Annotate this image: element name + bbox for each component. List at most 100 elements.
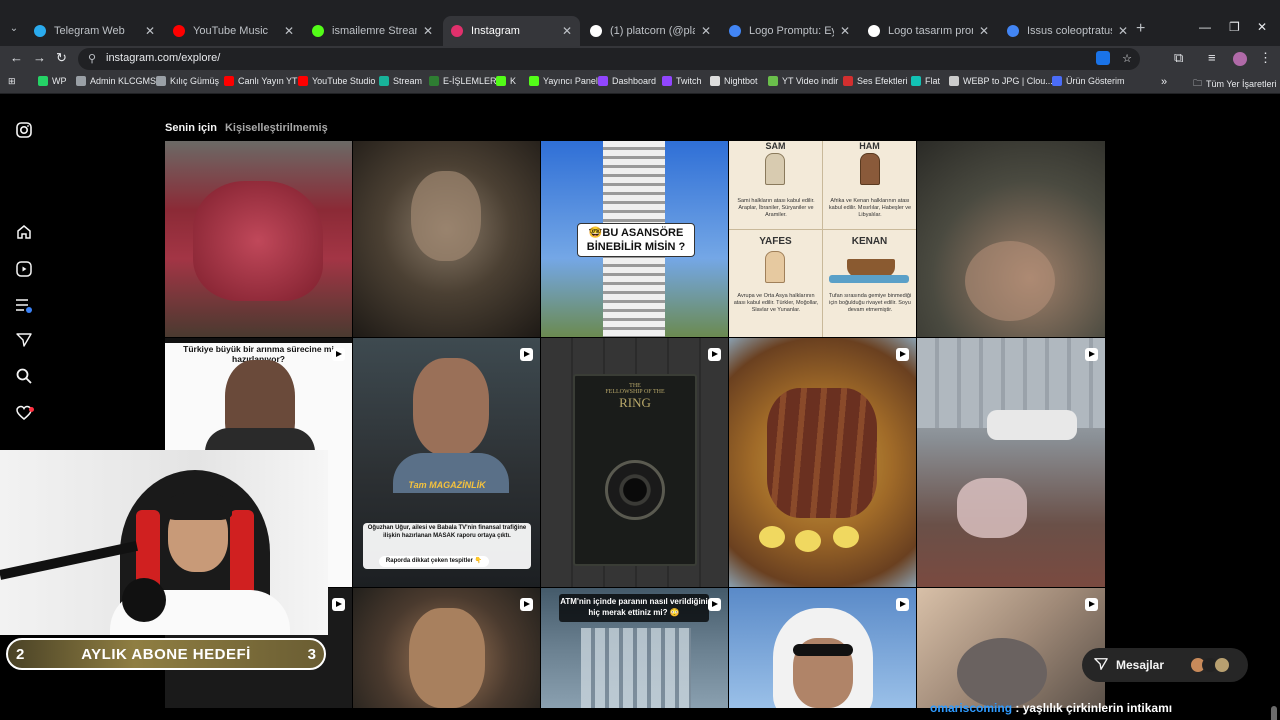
tab-close-icon[interactable]: ✕ bbox=[840, 24, 850, 38]
restore-button[interactable]: ❐ bbox=[1229, 20, 1240, 34]
tab-close-icon[interactable]: ✕ bbox=[1118, 24, 1128, 38]
bookmark-item[interactable]: YouTube Studio bbox=[298, 76, 375, 86]
close-window-button[interactable]: ✕ bbox=[1257, 20, 1267, 34]
bookmark-item[interactable]: Twitch bbox=[662, 76, 702, 86]
site-info-icon[interactable]: ⚲ bbox=[88, 52, 96, 65]
browser-tab[interactable]: Telegram Web ✕ bbox=[26, 16, 163, 46]
reels-icon[interactable] bbox=[15, 261, 33, 279]
menu-icon[interactable]: ⋮ bbox=[1259, 50, 1272, 66]
bookmark-item[interactable]: YT Video indir bbox=[768, 76, 838, 86]
bookmark-item[interactable]: Ses Efektleri bbox=[843, 76, 908, 86]
apps-icon[interactable]: ⊞ bbox=[8, 76, 16, 87]
new-tab-button[interactable]: + bbox=[1136, 20, 1145, 38]
forward-icon[interactable]: → bbox=[33, 50, 46, 65]
bookmark-item[interactable]: Yayıncı Paneli bbox=[529, 76, 600, 86]
bookmark-label: K bbox=[510, 76, 517, 86]
portrait-face bbox=[411, 171, 481, 261]
sam-title: SAM bbox=[765, 141, 786, 151]
browser-tab[interactable]: Logo tasarım promptu ✕ bbox=[860, 16, 997, 46]
post-lotr-book[interactable]: THE FELLOWSHIP OF THE RING bbox=[541, 338, 728, 587]
post-food-tray[interactable] bbox=[729, 338, 916, 587]
page-scrollbar[interactable] bbox=[1271, 706, 1277, 720]
tab-search-icon[interactable]: ⌄ bbox=[6, 21, 22, 37]
bookmarks-more-icon[interactable]: » bbox=[1161, 76, 1167, 88]
post-actor-portrait[interactable] bbox=[353, 141, 540, 337]
media-icon[interactable]: ≡ bbox=[1208, 50, 1216, 65]
tab-close-icon[interactable]: ✕ bbox=[979, 24, 989, 38]
ham-desc: Afrika ve Kenan halklarının atası kabul … bbox=[828, 198, 912, 218]
reload-icon[interactable]: ↻ bbox=[56, 50, 67, 66]
bookmark-label: Ürün Gösterim bbox=[1066, 76, 1125, 86]
post-noah-sons[interactable]: SAM HAM Sami halkların atası kabul edili… bbox=[729, 141, 916, 337]
bookmark-item[interactable]: Kılıç Gümüş bbox=[156, 76, 219, 86]
tab-close-icon[interactable]: ✕ bbox=[701, 24, 711, 38]
bookmark-item[interactable]: Ürün Gösterim bbox=[1052, 76, 1125, 86]
post-hand-stone[interactable] bbox=[917, 588, 1105, 708]
instagram-icon[interactable] bbox=[15, 122, 33, 140]
tab-for-you[interactable]: Senin için bbox=[165, 122, 217, 134]
tab-close-icon[interactable]: ✕ bbox=[145, 24, 155, 38]
messages-icon[interactable] bbox=[15, 332, 33, 350]
browser-tab[interactable]: Logo Promptu: Eyvan Mi ✕ bbox=[721, 16, 858, 46]
address-bar[interactable]: ⚲ instagram.com/explore/ ☆ bbox=[78, 48, 1140, 70]
bookmark-item[interactable]: WP bbox=[38, 76, 67, 86]
webcam-overlay bbox=[0, 450, 328, 635]
post-actor-closeup[interactable] bbox=[353, 588, 540, 708]
activity-list-icon[interactable] bbox=[15, 297, 33, 315]
bookmark-item[interactable]: WEBP to JPG | Clou... bbox=[949, 76, 1053, 86]
ham-figure bbox=[860, 153, 880, 185]
tab-favicon-icon bbox=[868, 25, 880, 37]
magazin-headline: Oğuzhan Uğur, ailesi ve Babala TV'nin fi… bbox=[367, 525, 527, 539]
messages-button[interactable]: Mesajlar bbox=[1082, 648, 1248, 682]
browser-tab[interactable]: YouTube Music ✕ bbox=[165, 16, 302, 46]
extensions-icon[interactable]: ⧉ bbox=[1174, 50, 1183, 66]
notification-dot bbox=[29, 407, 34, 412]
bookmark-item[interactable]: E-İŞLEMLER bbox=[429, 76, 497, 86]
browser-tab[interactable]: Instagram ✕ bbox=[443, 16, 580, 46]
browser-tab[interactable]: ismailemre Stream - Watc ✕ bbox=[304, 16, 441, 46]
ticker-message: : yaşlılık çirkinlerin intikamı bbox=[1012, 701, 1173, 715]
post-magazin[interactable]: Tam MAGAZİNLİK Oğuzhan Uğur, ailesi ve B… bbox=[353, 338, 540, 587]
food-image bbox=[767, 388, 877, 518]
all-bookmarks-button[interactable]: 🗀 Tüm Yer İşaretleri bbox=[1193, 76, 1277, 92]
bookmark-item[interactable]: Stream bbox=[379, 76, 422, 86]
post-street[interactable] bbox=[917, 338, 1105, 587]
bookmark-item[interactable]: Admin KLCGMS bbox=[76, 76, 156, 86]
post-atm[interactable]: ATM'nin içinde paranın nasıl verildiğini… bbox=[541, 588, 728, 708]
post-elevator[interactable]: 🤓BU ASANSÖRE BİNEBİLİR MİSİN ? bbox=[541, 141, 728, 337]
back-icon[interactable]: ← bbox=[10, 50, 23, 65]
post-sheikh[interactable] bbox=[729, 588, 916, 708]
bookmark-favicon-icon bbox=[429, 76, 439, 86]
atm-image bbox=[581, 628, 691, 708]
goal-title: AYLIK ABONE HEDEFİ bbox=[81, 645, 251, 663]
home-icon[interactable] bbox=[15, 224, 33, 242]
minimize-button[interactable]: — bbox=[1199, 20, 1211, 34]
goal-target: 3 bbox=[307, 645, 316, 663]
bookmark-label: Canlı Yayın YT bbox=[238, 76, 298, 86]
tab-close-icon[interactable]: ✕ bbox=[423, 24, 433, 38]
bookmark-item[interactable]: K bbox=[496, 76, 516, 86]
reel-icon bbox=[896, 348, 909, 361]
tab-not-personalized[interactable]: Kişiselleştirilmemiş bbox=[225, 122, 328, 134]
bookmark-favicon-icon bbox=[76, 76, 86, 86]
browser-tab[interactable]: Issus coleoptratus - Goo ✕ bbox=[999, 16, 1136, 46]
post-movie-scene[interactable] bbox=[917, 141, 1105, 337]
bookmark-favicon-icon bbox=[598, 76, 608, 86]
atm-caption: ATM'nin içinde paranın nasıl verildiğini… bbox=[560, 597, 708, 617]
reel-icon bbox=[896, 598, 909, 611]
bookmark-star-icon[interactable]: ☆ bbox=[1122, 52, 1132, 65]
translate-icon[interactable] bbox=[1096, 51, 1110, 65]
tab-favicon-icon bbox=[173, 25, 185, 37]
bookmark-item[interactable]: Canlı Yayın YT bbox=[224, 76, 298, 86]
tab-close-icon[interactable]: ✕ bbox=[284, 24, 294, 38]
tab-close-icon[interactable]: ✕ bbox=[562, 24, 572, 38]
profile-avatar[interactable] bbox=[1233, 52, 1247, 66]
bookmark-item[interactable]: Dashboard bbox=[598, 76, 656, 86]
bookmark-item[interactable]: Flat bbox=[911, 76, 940, 86]
tab-favicon-icon bbox=[451, 25, 463, 37]
post-meat[interactable] bbox=[165, 141, 352, 337]
search-icon[interactable] bbox=[15, 368, 33, 386]
bookmark-label: WEBP to JPG | Clou... bbox=[963, 76, 1053, 86]
bookmark-item[interactable]: Nightbot bbox=[710, 76, 758, 86]
browser-tab[interactable]: (1) platcorn (@platcornw ✕ bbox=[582, 16, 719, 46]
